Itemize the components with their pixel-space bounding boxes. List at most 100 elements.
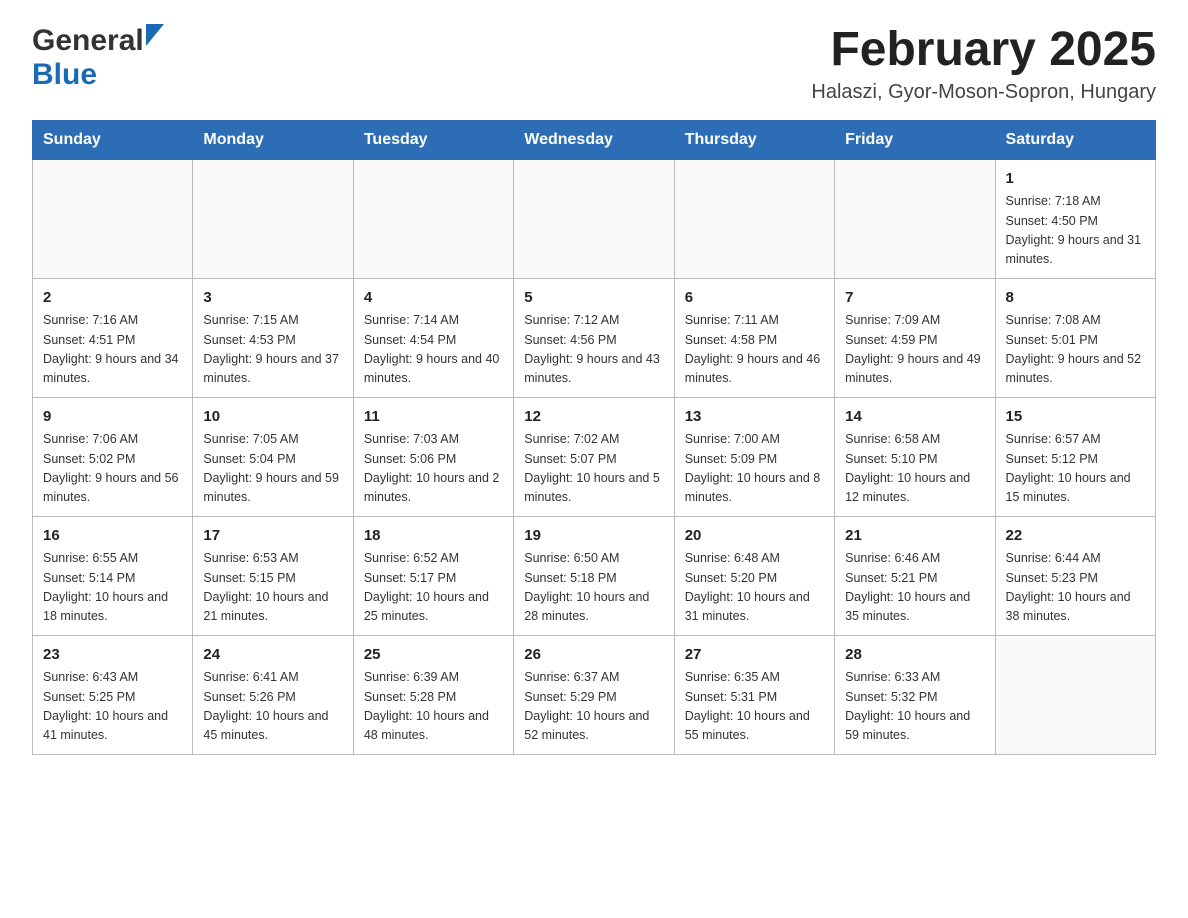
day-info: Sunrise: 6:48 AM Sunset: 5:20 PM Dayligh… <box>685 549 824 627</box>
logo-blue-text: Blue <box>32 58 97 92</box>
table-row: 14Sunrise: 6:58 AM Sunset: 5:10 PM Dayli… <box>835 397 995 516</box>
day-info: Sunrise: 6:35 AM Sunset: 5:31 PM Dayligh… <box>685 668 824 746</box>
table-row: 24Sunrise: 6:41 AM Sunset: 5:26 PM Dayli… <box>193 635 353 754</box>
table-row: 3Sunrise: 7:15 AM Sunset: 4:53 PM Daylig… <box>193 278 353 397</box>
page-header: General Blue February 2025 Halaszi, Gyor… <box>32 24 1156 104</box>
day-info: Sunrise: 6:50 AM Sunset: 5:18 PM Dayligh… <box>524 549 663 627</box>
header-right: February 2025 Halaszi, Gyor-Moson-Sopron… <box>811 24 1156 104</box>
calendar-header-row: Sunday Monday Tuesday Wednesday Thursday… <box>33 120 1156 159</box>
day-number: 28 <box>845 644 984 667</box>
day-number: 20 <box>685 525 824 548</box>
table-row: 20Sunrise: 6:48 AM Sunset: 5:20 PM Dayli… <box>674 516 834 635</box>
day-number: 4 <box>364 287 503 310</box>
table-row: 28Sunrise: 6:33 AM Sunset: 5:32 PM Dayli… <box>835 635 995 754</box>
day-number: 21 <box>845 525 984 548</box>
table-row: 6Sunrise: 7:11 AM Sunset: 4:58 PM Daylig… <box>674 278 834 397</box>
day-info: Sunrise: 6:44 AM Sunset: 5:23 PM Dayligh… <box>1006 549 1145 627</box>
day-number: 26 <box>524 644 663 667</box>
day-info: Sunrise: 6:41 AM Sunset: 5:26 PM Dayligh… <box>203 668 342 746</box>
col-thursday: Thursday <box>674 120 834 159</box>
day-number: 17 <box>203 525 342 548</box>
day-info: Sunrise: 7:18 AM Sunset: 4:50 PM Dayligh… <box>1006 192 1145 270</box>
day-number: 11 <box>364 406 503 429</box>
day-info: Sunrise: 7:06 AM Sunset: 5:02 PM Dayligh… <box>43 430 182 508</box>
table-row <box>835 159 995 278</box>
day-info: Sunrise: 7:02 AM Sunset: 5:07 PM Dayligh… <box>524 430 663 508</box>
table-row: 17Sunrise: 6:53 AM Sunset: 5:15 PM Dayli… <box>193 516 353 635</box>
table-row: 22Sunrise: 6:44 AM Sunset: 5:23 PM Dayli… <box>995 516 1155 635</box>
col-monday: Monday <box>193 120 353 159</box>
table-row <box>674 159 834 278</box>
month-title: February 2025 <box>811 24 1156 77</box>
day-number: 25 <box>364 644 503 667</box>
table-row: 4Sunrise: 7:14 AM Sunset: 4:54 PM Daylig… <box>353 278 513 397</box>
day-number: 19 <box>524 525 663 548</box>
table-row: 27Sunrise: 6:35 AM Sunset: 5:31 PM Dayli… <box>674 635 834 754</box>
day-number: 18 <box>364 525 503 548</box>
table-row: 23Sunrise: 6:43 AM Sunset: 5:25 PM Dayli… <box>33 635 193 754</box>
col-wednesday: Wednesday <box>514 120 674 159</box>
calendar-week-row: 16Sunrise: 6:55 AM Sunset: 5:14 PM Dayli… <box>33 516 1156 635</box>
day-info: Sunrise: 6:33 AM Sunset: 5:32 PM Dayligh… <box>845 668 984 746</box>
day-number: 1 <box>1006 168 1145 191</box>
table-row <box>514 159 674 278</box>
day-info: Sunrise: 6:43 AM Sunset: 5:25 PM Dayligh… <box>43 668 182 746</box>
logo-general-text: General <box>32 24 144 58</box>
table-row: 18Sunrise: 6:52 AM Sunset: 5:17 PM Dayli… <box>353 516 513 635</box>
calendar-week-row: 1Sunrise: 7:18 AM Sunset: 4:50 PM Daylig… <box>33 159 1156 278</box>
table-row: 1Sunrise: 7:18 AM Sunset: 4:50 PM Daylig… <box>995 159 1155 278</box>
logo: General Blue <box>32 24 164 92</box>
table-row <box>353 159 513 278</box>
day-info: Sunrise: 6:52 AM Sunset: 5:17 PM Dayligh… <box>364 549 503 627</box>
col-tuesday: Tuesday <box>353 120 513 159</box>
table-row: 9Sunrise: 7:06 AM Sunset: 5:02 PM Daylig… <box>33 397 193 516</box>
calendar-week-row: 2Sunrise: 7:16 AM Sunset: 4:51 PM Daylig… <box>33 278 1156 397</box>
day-number: 22 <box>1006 525 1145 548</box>
day-info: Sunrise: 7:08 AM Sunset: 5:01 PM Dayligh… <box>1006 311 1145 389</box>
calendar-week-row: 23Sunrise: 6:43 AM Sunset: 5:25 PM Dayli… <box>33 635 1156 754</box>
day-number: 2 <box>43 287 182 310</box>
day-info: Sunrise: 6:55 AM Sunset: 5:14 PM Dayligh… <box>43 549 182 627</box>
table-row: 26Sunrise: 6:37 AM Sunset: 5:29 PM Dayli… <box>514 635 674 754</box>
table-row: 10Sunrise: 7:05 AM Sunset: 5:04 PM Dayli… <box>193 397 353 516</box>
location: Halaszi, Gyor-Moson-Sopron, Hungary <box>811 81 1156 104</box>
table-row: 13Sunrise: 7:00 AM Sunset: 5:09 PM Dayli… <box>674 397 834 516</box>
day-number: 12 <box>524 406 663 429</box>
day-number: 24 <box>203 644 342 667</box>
col-friday: Friday <box>835 120 995 159</box>
day-number: 27 <box>685 644 824 667</box>
day-number: 14 <box>845 406 984 429</box>
table-row: 7Sunrise: 7:09 AM Sunset: 4:59 PM Daylig… <box>835 278 995 397</box>
day-number: 3 <box>203 287 342 310</box>
day-number: 13 <box>685 406 824 429</box>
day-number: 7 <box>845 287 984 310</box>
day-info: Sunrise: 6:58 AM Sunset: 5:10 PM Dayligh… <box>845 430 984 508</box>
day-info: Sunrise: 7:15 AM Sunset: 4:53 PM Dayligh… <box>203 311 342 389</box>
table-row: 5Sunrise: 7:12 AM Sunset: 4:56 PM Daylig… <box>514 278 674 397</box>
logo-triangle-icon <box>146 24 164 51</box>
day-info: Sunrise: 7:12 AM Sunset: 4:56 PM Dayligh… <box>524 311 663 389</box>
table-row: 16Sunrise: 6:55 AM Sunset: 5:14 PM Dayli… <box>33 516 193 635</box>
table-row: 11Sunrise: 7:03 AM Sunset: 5:06 PM Dayli… <box>353 397 513 516</box>
day-number: 15 <box>1006 406 1145 429</box>
day-number: 6 <box>685 287 824 310</box>
table-row: 8Sunrise: 7:08 AM Sunset: 5:01 PM Daylig… <box>995 278 1155 397</box>
day-info: Sunrise: 7:14 AM Sunset: 4:54 PM Dayligh… <box>364 311 503 389</box>
col-sunday: Sunday <box>33 120 193 159</box>
day-info: Sunrise: 7:05 AM Sunset: 5:04 PM Dayligh… <box>203 430 342 508</box>
day-number: 8 <box>1006 287 1145 310</box>
table-row <box>193 159 353 278</box>
table-row: 2Sunrise: 7:16 AM Sunset: 4:51 PM Daylig… <box>33 278 193 397</box>
day-info: Sunrise: 7:16 AM Sunset: 4:51 PM Dayligh… <box>43 311 182 389</box>
day-info: Sunrise: 6:37 AM Sunset: 5:29 PM Dayligh… <box>524 668 663 746</box>
day-info: Sunrise: 6:53 AM Sunset: 5:15 PM Dayligh… <box>203 549 342 627</box>
col-saturday: Saturday <box>995 120 1155 159</box>
day-info: Sunrise: 6:57 AM Sunset: 5:12 PM Dayligh… <box>1006 430 1145 508</box>
table-row: 12Sunrise: 7:02 AM Sunset: 5:07 PM Dayli… <box>514 397 674 516</box>
table-row <box>995 635 1155 754</box>
day-info: Sunrise: 7:09 AM Sunset: 4:59 PM Dayligh… <box>845 311 984 389</box>
day-number: 9 <box>43 406 182 429</box>
table-row: 25Sunrise: 6:39 AM Sunset: 5:28 PM Dayli… <box>353 635 513 754</box>
table-row <box>33 159 193 278</box>
table-row: 19Sunrise: 6:50 AM Sunset: 5:18 PM Dayli… <box>514 516 674 635</box>
